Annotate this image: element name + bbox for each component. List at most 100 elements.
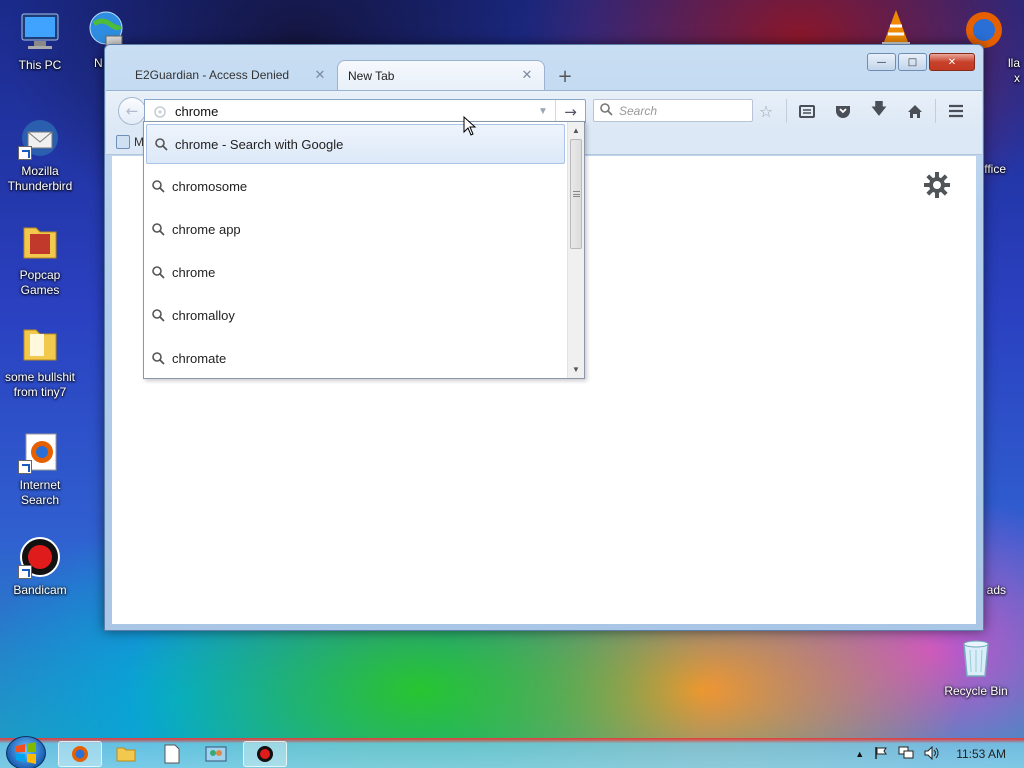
scroll-down-icon[interactable]: ▼ [568,361,584,378]
partial-label: lla [1007,56,1020,70]
folder-icon [116,747,136,762]
autocomplete-item[interactable]: chrome app [144,208,567,251]
maximize-button[interactable]: □ [898,53,927,71]
plus-icon: + [557,65,573,87]
tab-title: New Tab [348,68,395,83]
minimize-button[interactable]: — [867,53,896,71]
taskbar-bandicam[interactable] [243,741,287,767]
bandicam-icon [18,535,62,579]
folder-icon [18,220,62,264]
desktop-icon-label: ffice [984,162,1006,176]
taskbar-people[interactable] [194,741,238,767]
bookmark-icon[interactable] [116,135,130,149]
desktop-icon-recycle-bin[interactable]: Recycle Bin [936,636,1016,699]
firefox-icon [72,746,88,762]
desktop-icon-label: some bullshit from tiny7 [4,370,76,399]
desktop-icon-this-pc[interactable]: This PC [0,10,80,73]
system-tray: ▲ 11:53 AM [855,739,1016,768]
show-hidden-icons-icon[interactable]: ▲ [855,749,864,759]
search-box[interactable] [593,99,753,122]
back-arrow-icon: ← [125,102,139,120]
desktop-icon-internet-search[interactable]: Internet Search [0,430,80,508]
home-icon[interactable] [897,99,933,123]
folder-icon [18,322,62,366]
start-button[interactable] [6,736,46,768]
gear-icon[interactable] [922,170,952,200]
pocket-icon[interactable] [825,99,861,123]
users-icon [205,746,227,762]
volume-icon[interactable] [924,745,940,763]
desktop-icon-bandicam[interactable]: Bandicam [0,535,80,598]
search-icon [600,102,613,119]
tab-e2guardian[interactable]: E2Guardian - Access Denied ✕ [125,60,337,90]
desktop-icon-label: Recycle Bin [944,684,1008,698]
autocomplete-item[interactable]: chromalloy [144,294,567,337]
search-icon [152,223,172,236]
desktop-icon-tiny7-folder[interactable]: some bullshit from tiny7 [0,322,80,400]
desktop-icon-label: Mozilla Thunderbird [7,164,73,193]
taskbar: ▲ 11:53 AM [0,736,1024,768]
tab-close-icon[interactable]: ✕ [520,68,534,83]
autocomplete-scrollbar[interactable]: ▲ ▼ [567,122,584,378]
tab-strip: E2Guardian - Access Denied ✕ New Tab ✕ + [125,60,579,90]
flag-icon[interactable] [874,746,888,763]
tab-close-icon[interactable]: ✕ [313,68,327,83]
document-icon [164,744,180,764]
search-icon [152,352,172,365]
desktop-icon-label: This PC [18,58,62,72]
scroll-up-icon[interactable]: ▲ [568,122,584,139]
desktop-icon-label: Popcap Games [19,268,61,297]
search-icon [155,137,175,151]
toolbar-icons: ☆ 🡇 [748,99,974,123]
autocomplete-list: chrome - Search with Google chromosome c… [144,122,567,378]
identity-icon[interactable] [145,105,175,118]
autocomplete-item-text: chrome - Search with Google [175,136,344,152]
thunderbird-icon [18,116,62,160]
taskbar-firefox[interactable] [58,741,102,767]
go-button[interactable]: → [555,100,585,123]
autocomplete-item-text: chrome app [172,222,241,237]
shortcut-arrow-icon [18,565,32,579]
scrollbar-thumb[interactable] [570,139,582,249]
taskbar-clock[interactable]: 11:53 AM [956,747,1006,761]
menu-icon[interactable] [938,99,974,123]
taskbar-notepad[interactable] [150,741,194,767]
desktop-icon-popcap[interactable]: Popcap Games [0,220,80,298]
windows-logo-icon [16,742,36,764]
download-icon[interactable]: 🡇 [861,99,897,123]
back-button[interactable]: ← [118,97,146,125]
recycle-bin-icon [954,636,998,680]
desktop-icon-label: ads [986,583,1006,597]
taskbar-explorer[interactable] [104,741,148,767]
window-controls: — □ ✕ [867,53,975,71]
desktop-icon-label: Bandicam [13,583,67,597]
network-icon[interactable] [898,746,914,763]
grip-icon [572,191,580,197]
firefox-icon [18,430,62,474]
autocomplete-item-text: chromalloy [172,308,235,323]
url-input[interactable] [175,100,531,123]
shortcut-arrow-icon [18,146,32,160]
search-icon [152,266,172,279]
autocomplete-item[interactable]: chrome - Search with Google [146,124,565,164]
tab-title: E2Guardian - Access Denied [135,68,290,82]
autocomplete-item[interactable]: chrome [144,251,567,294]
close-window-button[interactable]: ✕ [929,53,975,71]
search-icon [152,309,172,322]
reading-list-icon[interactable] [789,99,825,123]
mouse-cursor-icon [463,115,477,139]
autocomplete-item[interactable]: chromate [144,337,567,378]
new-tab-button[interactable]: + [551,62,579,90]
bandicam-icon [257,746,273,762]
tab-new-tab[interactable]: New Tab ✕ [337,60,545,90]
partial-label: x [1014,71,1020,85]
autocomplete-item[interactable]: chromosome [144,165,567,208]
search-input[interactable] [619,103,739,118]
toolbar-separator [935,99,936,123]
desktop-icon-thunderbird[interactable]: Mozilla Thunderbird [0,116,80,194]
desktop-icon-label: Internet Search [19,478,61,507]
toolbar-separator [786,99,787,123]
url-dropdown-icon[interactable]: ▼ [531,106,555,117]
autocomplete-item-text: chromate [172,351,227,366]
star-icon[interactable]: ☆ [748,99,784,123]
